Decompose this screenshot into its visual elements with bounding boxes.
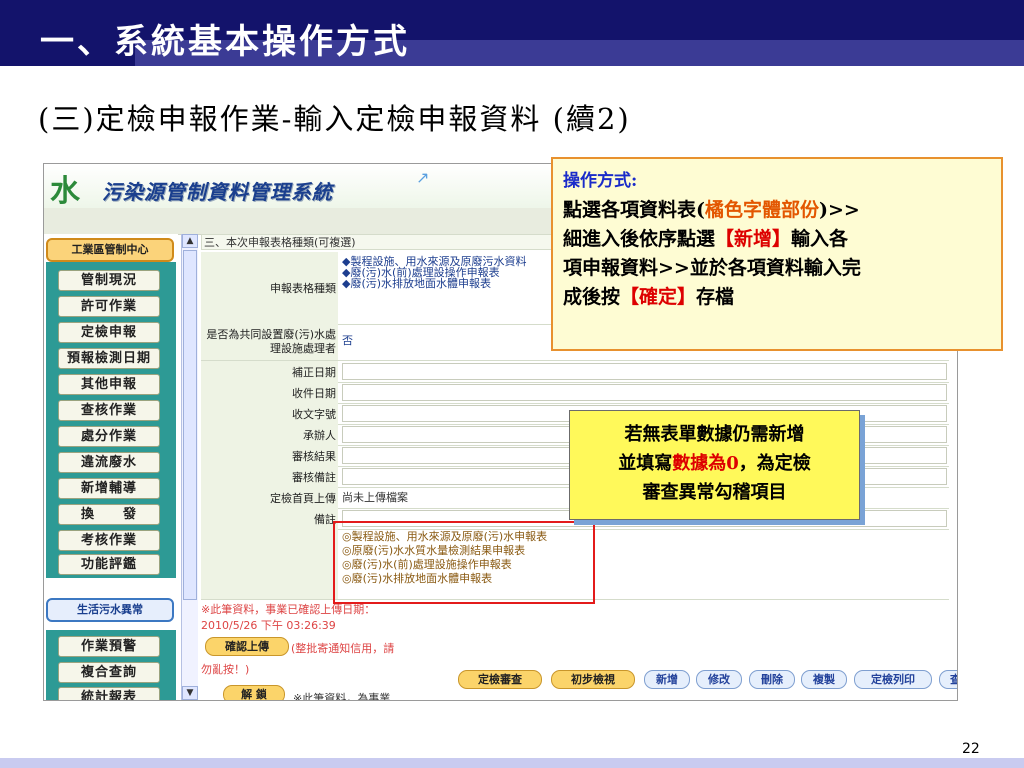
callout-heading: 操作方式: [563,171,638,191]
note-callout: 若無表單數據仍需新增 並填寫數據為0，為定檢 審查異常勾稽項目 [569,410,860,520]
initial-check-button[interactable]: 初步檢視 [551,670,635,689]
review-button[interactable]: 定檢審查 [458,670,542,689]
callout-highlight: 【新增】 [715,228,792,250]
form-row: 補正日期 [201,361,949,383]
nav-item-forecast-date[interactable]: 預報檢測日期 [58,348,160,369]
callout-line: 細進入後依序點選【新增】輸入各 [563,225,991,254]
nav-group-header-industrial[interactable]: 工業區管制中心 [46,238,174,262]
nav-item-other-report[interactable]: 其他申報 [58,374,160,395]
form-label: 定檢首頁上傳 [201,487,338,508]
form-label-empty [201,529,338,599]
form-value [340,382,949,403]
nav-item-assessment[interactable]: 考核作業 [58,530,160,551]
nav-item-add-guidance[interactable]: 新增輔導 [58,478,160,499]
form-row: 收件日期 [201,382,949,404]
form-label: 審核結果 [201,445,338,466]
nav-item-permit[interactable]: 許可作業 [58,296,160,317]
page-number: 22 [962,741,980,757]
callout-text: 細進入後依序點選 [563,228,716,250]
nav-item-warning[interactable]: 作業預警 [58,636,160,657]
highlight-box [333,521,595,604]
note-text: ，為定檢 [738,453,811,474]
confirm-upload-button[interactable]: 確認上傳 [205,637,289,656]
callout-text: 輸入各 [791,228,849,250]
slide-title: 一、系統基本操作方式 [40,22,410,62]
confirm-upload-note: (整批寄通知信用，請 [291,642,395,655]
note-text: 並填寫 [618,453,673,474]
edit-button[interactable]: 修改 [696,670,742,689]
callout-line: 項申報資料>>並於各項資料輸入完 [563,257,861,279]
nav-item-audit[interactable]: 查核作業 [58,400,160,421]
slide-subtitle: (三)定檢申報作業-輸入定檢申報資料 (續2) [38,102,631,136]
unlock-note: ※此筆資料，為事業 [293,692,391,701]
callout-line: 成後按【確定】存檔 [563,283,991,312]
note-line: 若無表單數據仍需新增 [624,424,805,445]
callout-text: 成後按 [563,286,621,308]
callout-text: 存檔 [696,286,735,308]
nav-item-control-status[interactable]: 管制現況 [58,270,160,291]
form-value [340,361,949,382]
nav-item-statistics[interactable]: 統計報表 [58,687,160,700]
form-label: 是否為共同設置廢(污)水處理設施處理者 [201,324,338,360]
nav-group-header-sewage[interactable]: 生活污水異常 [46,598,174,622]
sidebar-nav: 工業區管制中心 管制現況 許可作業 定檢申報 預報檢測日期 其他申報 查核作業 … [44,234,178,700]
print-button[interactable]: 定檢列印 [854,670,932,689]
nav-item-inspection-report[interactable]: 定檢申報 [58,322,160,343]
form-label: 審核備註 [201,466,338,487]
text-input[interactable] [342,363,947,380]
confirm-upload-note-2: 勿亂按！) [201,663,250,676]
vertical-scrollbar[interactable]: ▲ ▼ [181,234,198,700]
callout-highlight: 橘色字體部份 [705,199,820,221]
logo-mark: 水 [50,174,80,209]
nav-item-penalty[interactable]: 處分作業 [58,426,160,447]
form-label: 備註 [201,508,338,529]
nav-item-wastewater[interactable]: 違流廢水 [58,452,160,473]
scroll-thumb[interactable] [183,250,197,600]
bottom-bar [0,758,1024,768]
form-label: 收文字號 [201,403,338,424]
unlock-button[interactable]: 解 鎖 [223,685,285,700]
confirm-timestamp: 2010/5/26 下午 03:26:39 [201,619,336,632]
form-label: 申報表格種類 [201,252,338,324]
note-line: 並填寫數據為0，為定檢 [578,449,851,478]
text-input[interactable] [342,384,947,401]
nav-item-reissue[interactable]: 換 發 [58,504,160,525]
form-label: 收件日期 [201,382,338,403]
add-button[interactable]: 新增 [644,670,690,689]
logo-arrow-icon: ↗ [416,168,430,187]
note-line: 審查異常勾稽項目 [642,482,787,503]
callout-highlight: 【確定】 [620,286,697,308]
scroll-up-icon[interactable]: ▲ [182,234,198,248]
callout-text: )>> [819,199,860,221]
callout-text: 點選各項資料表( [563,199,705,221]
scroll-down-icon[interactable]: ▼ [182,686,198,700]
form-label: 補正日期 [201,361,338,382]
operation-callout: 操作方式: 點選各項資料表(橘色字體部份)>> 細進入後依序點選【新增】輸入各 … [551,157,1003,351]
app-logo-text: 污染源管制資料管理系統 [102,180,333,204]
note-highlight: 數據為0 [672,453,739,474]
nav-item-compound-query[interactable]: 複合查詢 [58,662,160,683]
callout-line: 點選各項資料表(橘色字體部份)>> [563,196,991,225]
form-label: 承辦人 [201,424,338,445]
query-button[interactable]: 查詢 [939,670,957,689]
nav-item-function-eval[interactable]: 功能評鑑 [58,554,160,575]
copy-button[interactable]: 複製 [801,670,847,689]
delete-button[interactable]: 刪除 [749,670,795,689]
